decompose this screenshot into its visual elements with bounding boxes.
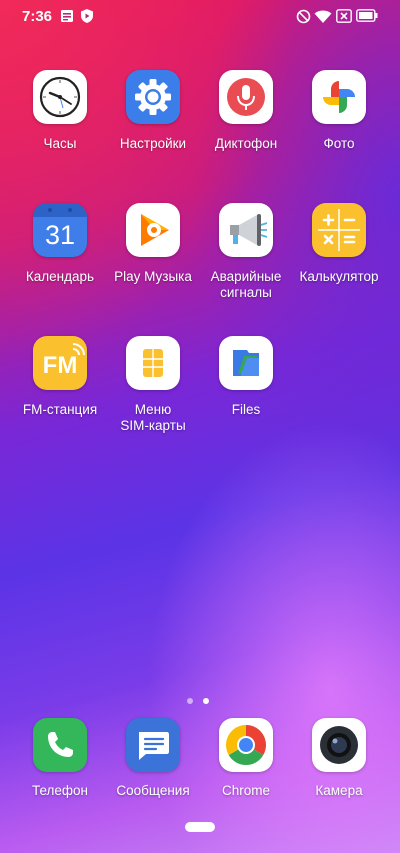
app-label: Фото — [323, 136, 355, 151]
dock-camera[interactable]: Камера — [291, 718, 387, 799]
fm-radio-icon: FM — [33, 336, 87, 390]
page-dot-1[interactable] — [187, 698, 193, 704]
messages-icon — [126, 718, 180, 772]
chrome-icon — [219, 718, 273, 772]
files-icon — [219, 336, 273, 390]
microphone-icon — [219, 70, 273, 124]
app-settings[interactable]: Настройки — [105, 70, 201, 152]
app-label: Калькулятор — [299, 269, 379, 284]
megaphone-icon — [219, 203, 273, 257]
app-play-music[interactable]: Play Музыка — [105, 203, 201, 285]
app-photos[interactable]: Фото — [291, 70, 387, 152]
app-calculator[interactable]: Калькулятор — [291, 203, 387, 285]
dock-phone[interactable]: Телефон — [12, 718, 108, 799]
status-bar: 7:36 — [0, 0, 400, 34]
app-files[interactable]: Files — [198, 336, 294, 418]
app-label: Аварийные сигналы — [210, 269, 282, 300]
play-music-icon — [126, 203, 180, 257]
app-sim-menu[interactable]: Меню SIM-карты — [105, 336, 201, 434]
notification-icon — [60, 9, 74, 28]
dock-chrome[interactable]: Chrome — [198, 718, 294, 799]
app-label: Chrome — [221, 783, 270, 798]
fm-badge: FM — [42, 352, 78, 379]
app-label: Меню SIM-карты — [120, 402, 186, 433]
page-indicator[interactable] — [187, 698, 213, 706]
calendar-icon: 31 — [33, 203, 87, 257]
photos-pinwheel-icon — [312, 70, 366, 124]
app-recorder[interactable]: Диктофон — [198, 70, 294, 152]
page-dot-2[interactable] — [203, 698, 209, 704]
status-time: 7:36 — [22, 8, 53, 25]
camera-icon — [312, 718, 366, 772]
sim-card-icon — [126, 336, 180, 390]
app-label: Сообщения — [116, 783, 190, 798]
app-calendar[interactable]: 31 Календарь — [12, 203, 108, 285]
app-emergency-alerts[interactable]: Аварийные сигналы — [198, 203, 294, 301]
app-label: Часы — [43, 136, 77, 151]
clock-icon — [33, 70, 87, 124]
home-gesture-bar[interactable] — [185, 822, 215, 832]
app-fm-radio[interactable]: FM FM-станция — [12, 336, 108, 418]
phone-icon — [33, 718, 87, 772]
app-label: Телефон — [31, 783, 88, 798]
shield-icon — [81, 9, 93, 28]
app-label: Files — [231, 402, 261, 417]
dnd-icon — [296, 9, 311, 29]
calculator-icon — [312, 203, 366, 257]
app-label: Камера — [315, 783, 363, 798]
app-label: FM-станция — [22, 402, 98, 417]
app-label: Календарь — [25, 269, 95, 284]
calendar-date: 31 — [44, 220, 76, 250]
dock-messages[interactable]: Сообщения — [105, 718, 201, 799]
wifi-icon — [314, 9, 332, 29]
gear-icon — [126, 70, 180, 124]
app-label: Диктофон — [214, 136, 278, 151]
sim-icon — [336, 9, 352, 28]
battery-icon — [356, 9, 378, 27]
app-label: Настройки — [119, 136, 187, 151]
app-label: Play Музыка — [114, 269, 192, 284]
app-clock[interactable]: Часы — [12, 70, 108, 152]
